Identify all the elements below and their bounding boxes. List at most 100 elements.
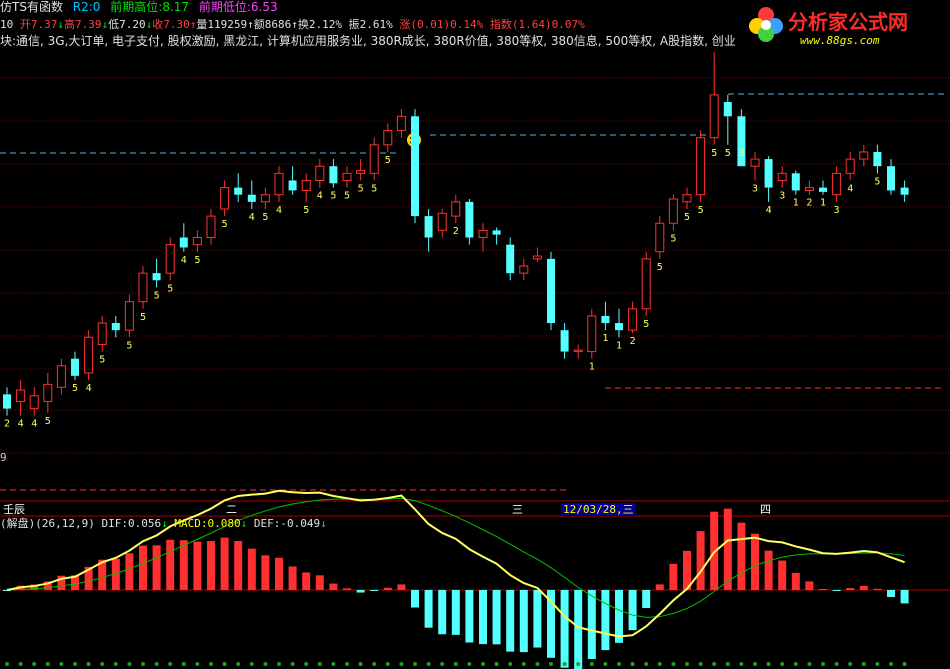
candle-body [206,215,216,239]
macd-bar [383,587,392,590]
macd-value: 0.080 [207,517,241,530]
candle-label: 5 [167,283,173,294]
signal-dot [222,662,227,666]
candle-label: 4 [86,383,92,394]
macd-bar [152,545,161,590]
signal-dot [902,662,907,666]
candle-label: 2 [453,226,459,237]
macd-bar [465,590,474,643]
candle-label: 5 [303,205,309,216]
signal-dot [481,662,485,666]
signal-dot [725,662,730,666]
macd-bar [832,590,841,591]
signal-dot [358,662,363,666]
candle-body [750,158,760,167]
signal-dot [209,662,213,666]
macd-bar [859,585,868,590]
down-arrow-icon: ↓ [240,517,248,530]
candle-body [301,179,311,191]
indicator-name[interactable]: (解盘) [0,517,35,530]
signal-dot [821,662,825,666]
candle-body [383,130,393,146]
candle-body [764,159,773,188]
candle-label: 5 [99,355,105,366]
candle-label: 5 [657,262,663,273]
signal-dot [508,662,513,666]
candle-label: 4 [181,255,187,266]
macd-bar [560,590,569,668]
candle-body [356,169,366,174]
candle-body [615,323,623,331]
signal-dot [766,662,771,666]
signal-dot [317,662,322,666]
candle-label: 1 [602,333,608,344]
macd-bar [438,590,447,635]
macd-bar [207,541,215,590]
signal-dot [290,662,295,666]
candle-label: 5 [140,312,146,323]
macd-bar [723,508,732,590]
macd-bar [587,590,596,659]
macd-bar [601,590,610,651]
macd-bar [696,531,705,590]
macd-bar [751,533,759,590]
signal-dot [630,662,635,666]
macd-bar [778,560,787,590]
macd-bar [900,590,909,604]
signal-dot [45,662,50,666]
candle-label: 3 [834,205,840,216]
macd-bar [370,590,379,591]
candle-label: 5 [698,205,704,216]
candle-label: 1 [589,362,595,373]
signal-dot [576,662,581,666]
candle-body [573,349,583,353]
macd-bar [125,553,134,590]
candle-body [165,244,175,274]
signal-dot [399,662,404,666]
axis-label-tue: 二 [226,503,237,516]
candle-body [709,94,719,139]
candle-body [819,187,827,192]
candle-body [560,330,569,352]
candle-body [396,115,406,132]
signal-dot [249,662,254,666]
macd-bar [356,590,365,593]
candle-body [859,151,869,160]
candle-label: 5 [126,340,132,351]
signal-dot [277,662,281,666]
candle-body [587,315,597,353]
signal-dot [793,662,798,666]
macd-bar [655,584,664,590]
macd-bar [247,548,256,590]
macd-bar [234,541,243,590]
candle-body [138,272,148,303]
candle-body [506,244,515,274]
candle-body [723,102,732,117]
signal-dot [521,662,526,666]
price-axis-edge: 9 [0,451,7,464]
candle-label: 5 [684,212,690,223]
signal-dot [73,662,77,666]
candle-label: 5 [358,183,364,194]
candle-body [478,229,488,239]
signal-dot [861,662,866,666]
candle-label: 5 [371,183,377,194]
indicator-params: (26,12,9) [35,517,95,530]
signal-dot [331,662,336,666]
macd-bar [424,590,433,628]
candle-body [342,172,352,181]
candle-label: 4 [276,205,282,216]
signal-dot [685,662,689,666]
candle-body [247,194,256,202]
kline-chart[interactable]: 2 4 4 55 4555554 554 54 54 5 55 552111 2555555 5 3343… [0,0,950,669]
macd-bar [628,590,637,631]
candle-label: 5 [711,148,717,159]
candle-body [547,258,555,324]
signal-dot [168,662,173,666]
signal-dot [5,662,9,666]
macd-bar [220,537,229,590]
candle-body [437,212,447,231]
down-arrow-icon: ↓ [161,517,168,530]
indicator-header[interactable]: (解盘)(26,12,9) DIF:0.056↓ MACD:0.080↓ DEF… [0,517,327,530]
signal-dot [671,662,676,666]
